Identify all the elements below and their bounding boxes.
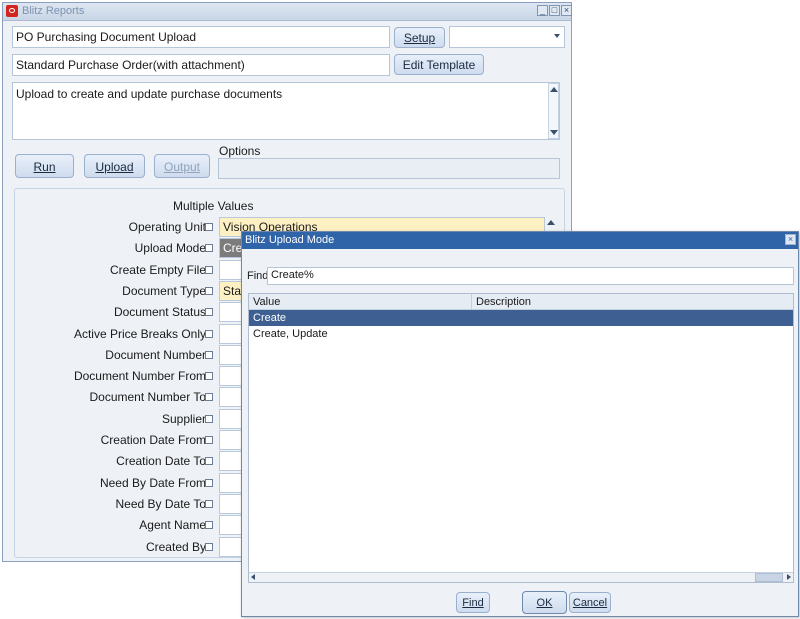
parameter-label: Upload Mode: [134, 241, 206, 255]
values-list: Value Description Create Create, Update: [248, 293, 794, 583]
minimize-icon[interactable]: _: [537, 5, 548, 16]
ok-button-label: OK: [536, 597, 553, 609]
multiple-values-checkbox[interactable]: [205, 287, 213, 295]
parameter-label: Agent Name: [139, 518, 206, 532]
template-field[interactable]: Standard Purchase Order(with attachment): [12, 54, 390, 76]
column-header-value[interactable]: Value: [249, 294, 472, 310]
dialog-title-bar[interactable]: Blitz Upload Mode ×: [242, 232, 798, 249]
scroll-up-icon[interactable]: [547, 220, 555, 225]
multiple-values-checkbox[interactable]: [205, 372, 213, 380]
parameter-label: Document Number From: [73, 369, 206, 383]
multiple-values-checkbox[interactable]: [205, 479, 213, 487]
upload-mode-dialog: Blitz Upload Mode × Find Create% Value D…: [241, 231, 799, 617]
description-field[interactable]: Upload to create and update purchase doc…: [12, 82, 560, 140]
scroll-thumb[interactable]: [755, 573, 783, 582]
multiple-values-checkbox[interactable]: [205, 500, 213, 508]
parameter-label: Supplier: [161, 412, 206, 426]
multiple-values-checkbox[interactable]: [205, 330, 213, 338]
ok-button[interactable]: OK: [522, 591, 567, 614]
list-item-value: Create: [253, 312, 287, 324]
scroll-right-icon[interactable]: [787, 574, 791, 580]
setup-dropdown[interactable]: [449, 26, 565, 48]
parameter-label: Document Status: [113, 305, 206, 319]
parameter-label: Creation Date From: [100, 433, 206, 447]
multiple-values-checkbox[interactable]: [205, 457, 213, 465]
multiple-values-checkbox[interactable]: [205, 521, 213, 529]
parameter-label: Document Number: [105, 348, 206, 362]
parameter-label: Create Empty File: [109, 263, 206, 277]
cancel-button[interactable]: Cancel: [569, 592, 611, 613]
list-item[interactable]: Create: [249, 310, 793, 326]
parameter-label: Document Number To: [89, 390, 207, 404]
scroll-up-icon[interactable]: [550, 87, 558, 92]
column-header-description[interactable]: Description: [472, 294, 793, 310]
upload-label: Upload: [95, 160, 134, 174]
parameter-label: Active Price Breaks Only: [73, 327, 206, 341]
dialog-title: Blitz Upload Mode: [245, 234, 335, 246]
edit-template-button[interactable]: Edit Template: [394, 54, 484, 75]
chevron-down-icon: [554, 34, 560, 38]
parameter-label: Creation Date To: [116, 454, 206, 468]
parameter-label: Need By Date From: [99, 476, 206, 490]
options-field[interactable]: [218, 158, 560, 179]
options-label: Options: [219, 144, 261, 158]
scroll-down-icon[interactable]: [550, 130, 558, 135]
parameter-label: Need By Date To: [115, 497, 207, 511]
report-name-field[interactable]: PO Purchasing Document Upload: [12, 26, 390, 48]
edit-template-label: Edit Template: [402, 58, 476, 72]
parameter-label: Created By: [145, 540, 206, 554]
multiple-values-checkbox[interactable]: [205, 436, 213, 444]
parameter-label: Operating Unit: [128, 220, 206, 234]
run-label: Run: [33, 160, 56, 174]
multiple-values-checkbox[interactable]: [205, 308, 213, 316]
close-icon[interactable]: ×: [785, 234, 796, 245]
multiple-values-checkbox[interactable]: [205, 351, 213, 359]
output-label: Output: [163, 160, 201, 174]
multiple-values-checkbox[interactable]: [205, 244, 213, 252]
multiple-values-checkbox[interactable]: [205, 223, 213, 231]
window-title: Blitz Reports: [22, 5, 85, 17]
multiple-values-checkbox[interactable]: [205, 266, 213, 274]
close-icon[interactable]: ×: [561, 5, 572, 16]
list-item-value: Create, Update: [253, 328, 328, 340]
horizontal-scrollbar[interactable]: [249, 572, 793, 582]
output-button[interactable]: Output: [154, 154, 210, 178]
window-title-bar[interactable]: Blitz Reports _ □ ×: [3, 3, 572, 21]
find-label: Find: [247, 270, 269, 282]
list-item[interactable]: Create, Update: [249, 326, 793, 342]
oracle-logo-icon: [6, 5, 18, 17]
parameter-label: Document Type: [122, 284, 206, 298]
setup-label: Setup: [403, 31, 436, 45]
find-input[interactable]: Create%: [267, 267, 794, 285]
cancel-button-label: Cancel: [572, 597, 608, 609]
find-button-label: Find: [462, 597, 484, 609]
run-button[interactable]: Run: [15, 154, 74, 178]
find-button[interactable]: Find: [456, 592, 490, 613]
description-scrollbar[interactable]: [548, 83, 559, 139]
multiple-values-checkbox[interactable]: [205, 415, 213, 423]
multiple-values-checkbox[interactable]: [205, 393, 213, 401]
multiple-values-checkbox[interactable]: [205, 543, 213, 551]
multiple-values-label: Multiple Values: [173, 199, 254, 213]
setup-button[interactable]: Setup: [394, 27, 445, 48]
maximize-icon[interactable]: □: [549, 5, 560, 16]
scroll-left-icon[interactable]: [251, 574, 255, 580]
upload-button[interactable]: Upload: [84, 154, 145, 178]
